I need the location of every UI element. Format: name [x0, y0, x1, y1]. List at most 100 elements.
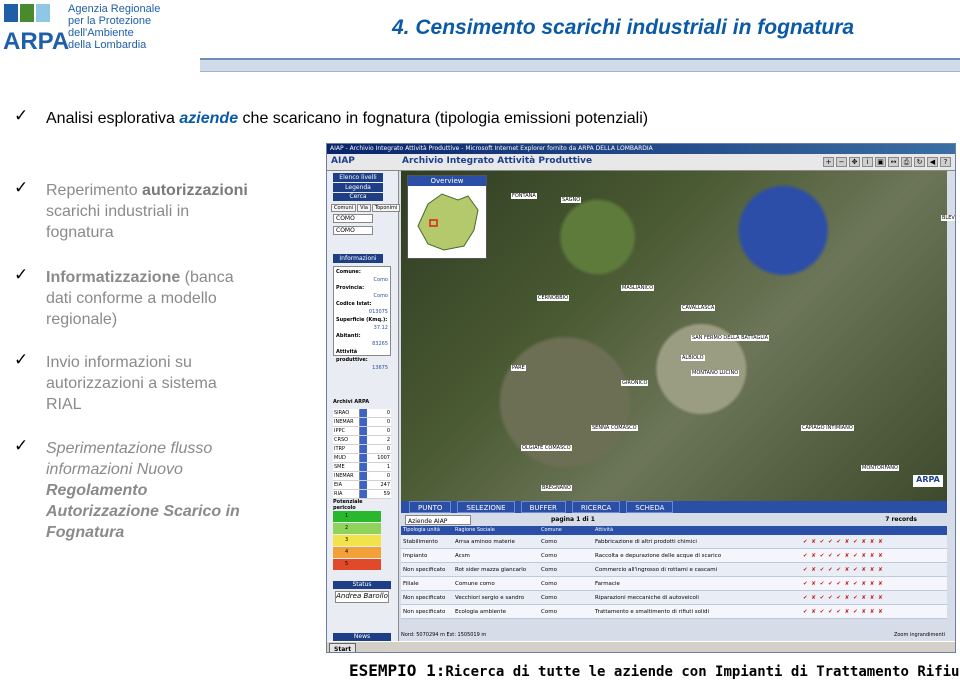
archivio-count: 1007 [377, 455, 390, 461]
archivio-checkbox[interactable] [359, 436, 367, 444]
comune-select[interactable]: COMO [333, 226, 373, 235]
map-toolbar: + − ✥ i ▣ ↔ ⎙ ↻ ◀ ? [823, 157, 951, 167]
cerca-button[interactable]: Cerca [333, 193, 383, 201]
table-row[interactable]: Non specificato Ecologia ambiente Como Trat… [401, 605, 947, 619]
archivio-row[interactable]: INEMAR 0 [333, 472, 391, 481]
mode-tab-scheda[interactable]: SCHEDA [626, 501, 674, 513]
archivio-row[interactable]: SME 1 [333, 463, 391, 472]
archivio-checkbox[interactable] [359, 445, 367, 453]
archivio-row[interactable]: RIA 59 [333, 490, 391, 499]
map-place-label: MONTANO LUCINO [691, 370, 740, 376]
provincia-value: Como [373, 293, 388, 299]
archivio-row[interactable]: CRSO 2 [333, 436, 391, 445]
cell-tipologia: Non specificato [403, 595, 446, 601]
start-button[interactable]: Start [329, 643, 357, 652]
app-subtitle: Archivio Integrato Attività Produttive [402, 156, 593, 166]
refresh-icon[interactable]: ↻ [914, 157, 925, 167]
potenziale-level: 5 [333, 559, 381, 570]
archivio-count: 0 [386, 473, 390, 479]
tab-comuni[interactable]: Comuni [331, 204, 357, 212]
archivio-count: 0 [386, 428, 390, 434]
cell-flags: ✔ ✘ ✔ ✔ ✔ ✘ ✔ ✘ ✘ ✘ [803, 539, 884, 545]
pan-icon[interactable]: ✥ [849, 157, 860, 167]
archivio-row[interactable]: SIRAO 0 [333, 409, 391, 418]
records-count: 7 records [885, 516, 917, 523]
archivio-row[interactable]: EIA 247 [333, 481, 391, 490]
sidebar: Elenco livelli Legenda Cerca Comuni Via … [327, 171, 401, 641]
bullet-highlight: aziende [179, 110, 239, 127]
comune-input[interactable]: COMO [333, 214, 373, 223]
cell-comune: Como [541, 609, 557, 615]
bullet-text: Fognatura [46, 524, 125, 541]
table-row[interactable]: Impianto Acsm Como Raccolta e depurazione d… [401, 549, 947, 563]
archivio-checkbox[interactable] [359, 463, 367, 471]
archivio-name: CRSO [334, 437, 349, 443]
bullet-text: autorizzazioni a sistema [46, 375, 217, 392]
check-icon: ✓ [14, 106, 29, 126]
table-row[interactable]: Stabilimento Arrsa aminoo materie sinteti… [401, 535, 947, 549]
archivio-row[interactable]: IPPC 0 [333, 427, 391, 436]
overview-map[interactable]: Overview [407, 175, 487, 259]
cell-flags: ✔ ✘ ✔ ✔ ✔ ✘ ✔ ✘ ✘ ✘ [803, 553, 884, 559]
elenco-livelli-button[interactable]: Elenco livelli [333, 173, 383, 182]
table-row[interactable]: Filiale Comune como Como Farmacie ✔ ✘ ✔ ✔ ✔ … [401, 577, 947, 591]
mode-tab-buffer[interactable]: BUFFER [520, 501, 566, 513]
satellite-map[interactable]: Overview FONTANA SAGNO CERNOBBIO MASLIANICO… [401, 171, 955, 501]
slide-title: 4. Censimento scarichi industriali in fo… [392, 16, 855, 39]
map-place-label: GIRONICO [621, 380, 649, 386]
tab-toponimi[interactable]: Toponimi [371, 204, 401, 212]
cell-tipologia: Filiale [403, 581, 419, 587]
tab-via[interactable]: Via [357, 204, 371, 212]
cell-attivita: Trattamento e smaltimento di rifiuti sol… [595, 609, 710, 615]
archivio-row[interactable]: ITRP 0 [333, 445, 391, 454]
windows-taskbar: Start [327, 641, 955, 652]
archivio-checkbox[interactable] [359, 481, 367, 489]
cell-ragione: Comune como [455, 581, 495, 587]
bullet-text: Sperimentazione flusso [46, 440, 213, 457]
map-place-label: SAN FERMO DELLA BATTAGLIA [691, 335, 770, 341]
results-table: Tipologia unità Ragione Sociale Comune A… [401, 526, 947, 619]
help-icon[interactable]: ? [940, 157, 951, 167]
bullet-text: informazioni Nuovo [46, 461, 183, 478]
mode-tab-selezione[interactable]: SELEZIONE [457, 501, 515, 513]
map-place-label: ALBIOLO [681, 355, 705, 361]
table-row[interactable]: Non specificato Rot sider mazza giancarlo… [401, 563, 947, 577]
archivio-checkbox[interactable] [359, 472, 367, 480]
select-icon[interactable]: ▣ [875, 157, 886, 167]
table-row[interactable]: Non specificato Vecchiori sergio e sandro… [401, 591, 947, 605]
mode-tab-ricerca[interactable]: RICERCA [571, 501, 621, 513]
bullet-highlight: Informatizzazione [46, 269, 181, 286]
back-icon[interactable]: ◀ [927, 157, 938, 167]
cell-flags: ✔ ✘ ✔ ✔ ✔ ✘ ✔ ✘ ✘ ✘ [803, 567, 884, 573]
zoom-in-icon[interactable]: + [823, 157, 834, 167]
cell-attivita: Fabbricazione di altri prodotti chimici [595, 539, 697, 545]
mode-tab-punto[interactable]: PUNTO [409, 501, 452, 513]
archivio-row[interactable]: INEMAR 0 [333, 418, 391, 427]
map-place-label: BREGNANO [541, 485, 572, 491]
caption-text: Ricerca di tutte le aziende con Impianti… [445, 664, 960, 680]
map-place-label: FONTANA [511, 193, 537, 199]
cell-tipologia: Impianto [403, 553, 428, 559]
legenda-button[interactable]: Legenda [333, 183, 383, 192]
archivio-name: MUD [334, 455, 346, 461]
archivio-checkbox[interactable] [359, 490, 367, 498]
archivio-checkbox[interactable] [359, 409, 367, 417]
bullet-text: Regolamento [46, 482, 148, 499]
archivio-checkbox[interactable] [359, 454, 367, 462]
informazioni-button[interactable]: Informazioni [333, 254, 383, 263]
measure-icon[interactable]: ↔ [888, 157, 899, 167]
map-place-label: SENNA COMASCO [591, 425, 638, 431]
example-caption: ESEMPIO 1:Ricerca di tutte le aziende co… [349, 661, 960, 680]
window-titlebar: AIAP - Archivio Integrato Attività Produ… [327, 144, 955, 154]
check-icon: ✓ [14, 265, 29, 285]
print-icon[interactable]: ⎙ [901, 157, 912, 167]
cell-tipologia: Non specificato [403, 567, 446, 573]
attivita-label: Attività produttive: [336, 349, 368, 363]
abitanti-label: Abitanti: [336, 333, 361, 339]
layer-select[interactable]: Aziende AIAP [405, 515, 471, 525]
info-icon[interactable]: i [862, 157, 873, 167]
archivio-row[interactable]: MUD 1007 [333, 454, 391, 463]
archivio-checkbox[interactable] [359, 418, 367, 426]
zoom-out-icon[interactable]: − [836, 157, 847, 167]
archivio-checkbox[interactable] [359, 427, 367, 435]
